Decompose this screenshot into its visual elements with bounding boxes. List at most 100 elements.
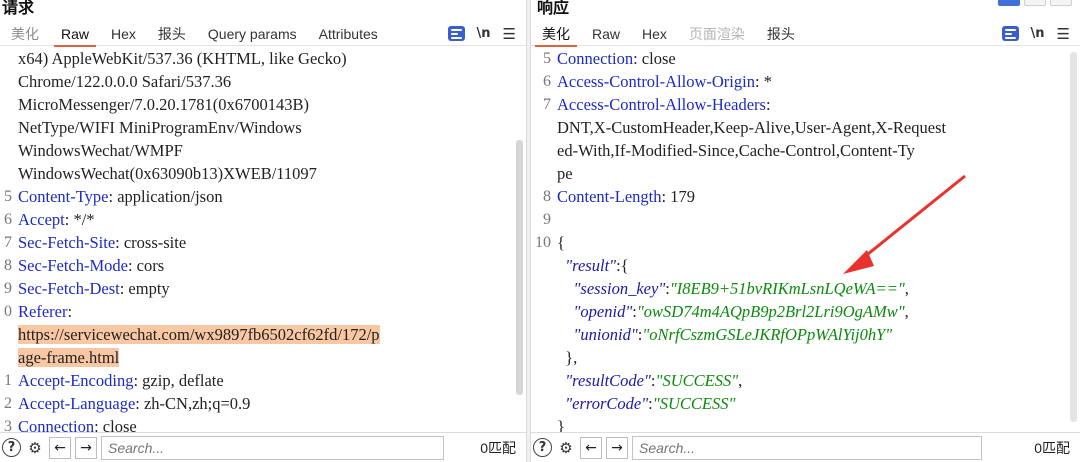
code-token: DNT,X-CustomHeader,Keep-Alive,User-Agent… xyxy=(557,118,947,137)
line-content: Access-Control-Allow-Origin: * xyxy=(557,70,772,93)
search-next-button[interactable]: → xyxy=(606,436,628,459)
code-token: { xyxy=(557,233,565,252)
code-line: } xyxy=(531,415,1080,432)
line-content: Content-Type: application/json xyxy=(18,185,223,208)
code-token: : zh-CN,zh;q=0.9 xyxy=(135,394,251,413)
code-token: : close xyxy=(94,417,137,432)
response-editor[interactable]: 5 Connection: close 6 Access-Control-Allow-… xyxy=(531,47,1080,432)
tab-headers[interactable]: 报头 xyxy=(147,23,197,45)
line-number: 6 xyxy=(4,211,12,228)
format-icon[interactable] xyxy=(1001,26,1019,41)
code-token: NetType/WIFI MiniProgramEnv/Windows xyxy=(18,118,302,137)
code-token: , xyxy=(738,371,743,390)
line-content: ed-With,If-Modified-Since,Cache-Control,… xyxy=(557,139,915,162)
code-token: "SUCCESS" xyxy=(655,371,739,390)
code-token: : xyxy=(67,302,73,321)
response-search-input[interactable] xyxy=(632,435,982,460)
code-line: https://servicewechat.com/wx9897fb6502cf… xyxy=(0,323,526,346)
code-line: MicroMessenger/7.0.20.1781(0x6700143B) xyxy=(0,93,526,116)
line-number: 8 xyxy=(543,188,551,205)
response-tabs: 美化 Raw Hex 页面渲染 报头 \n ☰ xyxy=(531,22,1080,47)
search-previous-button[interactable]: ← xyxy=(49,436,71,459)
tab-query-params[interactable]: Query params xyxy=(197,23,308,45)
line-number: 8 xyxy=(4,257,12,274)
code-line: 5 Content-Type: application/json xyxy=(0,185,526,208)
code-line: 7 Sec-Fetch-Site: cross-site xyxy=(0,231,526,254)
code-line: age-frame.html xyxy=(0,346,526,369)
tab-headers[interactable]: 报头 xyxy=(756,23,806,45)
response-scrollbar[interactable] xyxy=(1070,52,1077,422)
help-icon[interactable]: ? xyxy=(533,438,552,457)
code-token: : * xyxy=(754,72,772,91)
response-match-count: 0匹配 xyxy=(1034,439,1070,456)
response-pane: 响应 美化 Raw Hex 页面渲染 报头 \n ☰ 5 Connection: … xyxy=(531,0,1080,462)
settings-gear-icon[interactable]: ⚙ xyxy=(25,438,45,458)
code-line: 9 xyxy=(531,208,1080,231)
code-token: WindowsWechat(0x63090b13)XWEB/11097 xyxy=(18,164,317,183)
code-token: "session_key" xyxy=(557,279,666,298)
code-token: WindowsWechat/WMPF xyxy=(18,141,183,160)
search-previous-button[interactable]: ← xyxy=(580,436,602,459)
code-token: ed-With,If-Modified-Since,Cache-Control,… xyxy=(557,141,915,160)
code-line: 2 Accept-Language: zh-CN,zh;q=0.9 xyxy=(0,392,526,415)
tab-hex[interactable]: Hex xyxy=(100,23,147,45)
layout-horizontal-icon[interactable] xyxy=(1024,0,1046,6)
request-search-input[interactable] xyxy=(101,435,444,460)
settings-gear-icon[interactable]: ⚙ xyxy=(556,438,576,458)
help-icon[interactable]: ? xyxy=(2,438,21,457)
line-content: age-frame.html xyxy=(18,346,120,369)
line-content: MicroMessenger/7.0.20.1781(0x6700143B) xyxy=(18,93,309,116)
code-token: }, xyxy=(557,348,578,367)
tab-pretty[interactable]: 美化 xyxy=(531,23,581,47)
line-content: Access-Control-Allow-Headers: xyxy=(557,93,771,116)
code-token: : 179 xyxy=(661,187,695,206)
code-token: Connection xyxy=(557,49,634,68)
code-token: "errorCode" xyxy=(557,394,649,413)
line-content: Connection: close xyxy=(18,415,137,432)
code-line: NetType/WIFI MiniProgramEnv/Windows xyxy=(0,116,526,139)
tab-raw[interactable]: Raw xyxy=(50,23,100,47)
line-content: Accept-Language: zh-CN,zh;q=0.9 xyxy=(18,392,250,415)
request-scrollbar[interactable] xyxy=(516,140,523,395)
line-number: 5 xyxy=(543,50,551,67)
code-token: "resultCode" xyxy=(557,371,651,390)
request-editor[interactable]: x64) AppleWebKit/537.36 (KHTML, like Gec… xyxy=(0,47,526,432)
code-token: "SUCCESS" xyxy=(652,394,736,413)
search-next-button[interactable]: → xyxy=(75,436,97,459)
tab-attributes[interactable]: Attributes xyxy=(308,23,389,45)
line-content: DNT,X-CustomHeader,Keep-Alive,User-Agent… xyxy=(557,116,946,139)
line-content: "session_key":"I8EB9+51bvRIKmLsnLQeWA=="… xyxy=(557,277,909,300)
layout-vertical-icon[interactable] xyxy=(1050,0,1072,6)
tab-raw[interactable]: Raw xyxy=(581,23,631,45)
menu-icon[interactable]: ☰ xyxy=(1057,25,1070,43)
code-line: 7 Access-Control-Allow-Headers: xyxy=(531,93,1080,116)
code-line: "resultCode":"SUCCESS", xyxy=(531,369,1080,392)
code-token: Chrome/122.0.0.0 Safari/537.36 xyxy=(18,72,232,91)
code-line: "unionid":"oNrfCszmGSLeJKRfOPpWAlYij0hY" xyxy=(531,323,1080,346)
code-token: Access-Control-Allow-Headers xyxy=(557,95,766,114)
line-number: 2 xyxy=(4,395,12,412)
tab-hex[interactable]: Hex xyxy=(631,23,678,45)
layout-split-icon[interactable] xyxy=(998,0,1020,6)
code-token: https://servicewechat.com/wx9897fb6502cf… xyxy=(18,325,380,344)
line-content: WindowsWechat(0x63090b13)XWEB/11097 xyxy=(18,162,317,185)
line-number: 7 xyxy=(543,96,551,113)
response-status-bar: ? ⚙ ← → 0匹配 xyxy=(531,432,1080,462)
code-line: pe xyxy=(531,162,1080,185)
tab-pretty[interactable]: 美化 xyxy=(0,23,50,45)
code-token: :{ xyxy=(616,256,629,275)
line-content: Referer: xyxy=(18,300,72,323)
line-content: Connection: close xyxy=(557,47,676,70)
newline-toggle-icon[interactable]: \n xyxy=(1031,26,1045,41)
line-content: "result":{ xyxy=(557,254,629,277)
code-token: "owSD74m4AQpB9p2Brl2Lri9OgAMw" xyxy=(636,302,905,321)
line-number: 9 xyxy=(4,280,12,297)
newline-toggle-icon[interactable]: \n xyxy=(477,26,491,41)
code-token: : cors xyxy=(127,256,165,275)
menu-icon[interactable]: ☰ xyxy=(503,25,516,43)
line-content: { xyxy=(557,231,565,254)
line-number: 3 xyxy=(4,418,12,432)
line-content: NetType/WIFI MiniProgramEnv/Windows xyxy=(18,116,302,139)
code-line: x64) AppleWebKit/537.36 (KHTML, like Gec… xyxy=(0,47,526,70)
format-icon[interactable] xyxy=(447,26,465,41)
